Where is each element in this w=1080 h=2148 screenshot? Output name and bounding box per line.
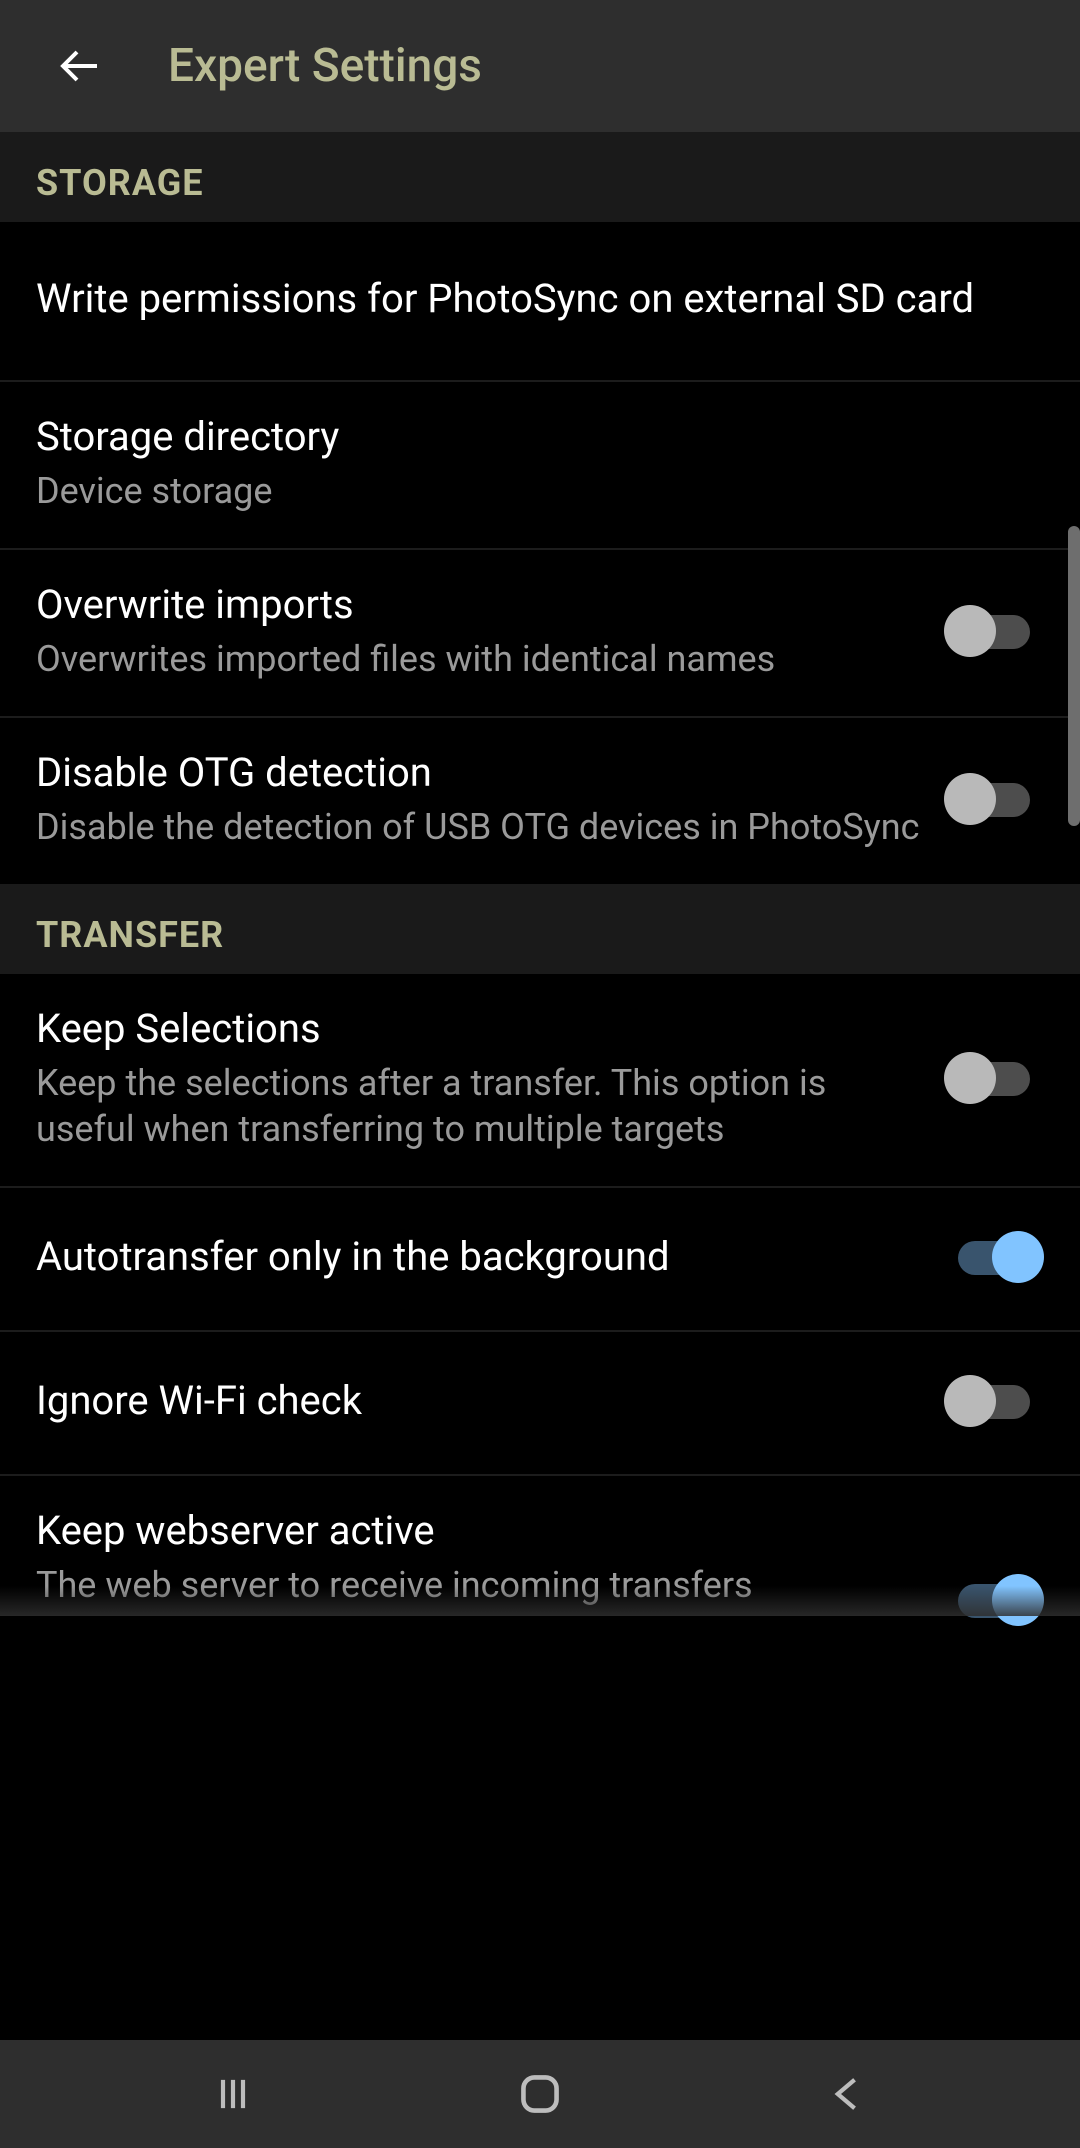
back-button[interactable] bbox=[36, 21, 126, 111]
setting-subtitle: Device storage bbox=[36, 468, 1024, 514]
setting-text: Storage directory Device storage bbox=[36, 412, 1044, 514]
section-header-transfer: TRANSFER bbox=[0, 884, 1080, 974]
setting-ignore-wifi[interactable]: Ignore Wi-Fi check bbox=[0, 1332, 1080, 1476]
setting-disable-otg[interactable]: Disable OTG detection Disable the detect… bbox=[0, 718, 1080, 884]
setting-keep-webserver[interactable]: Keep webserver active The web server to … bbox=[0, 1476, 1080, 1616]
toggle-thumb bbox=[944, 1052, 996, 1104]
setting-title: Write permissions for PhotoSync on exter… bbox=[36, 274, 1024, 324]
setting-text: Disable OTG detection Disable the detect… bbox=[36, 748, 944, 850]
setting-autotransfer-bg[interactable]: Autotransfer only in the background bbox=[0, 1188, 1080, 1332]
scrollbar-indicator bbox=[1068, 526, 1080, 826]
section-label: TRANSFER bbox=[36, 914, 1044, 956]
toggle-autotransfer-bg[interactable] bbox=[944, 1229, 1044, 1285]
toggle-keep-webserver[interactable] bbox=[944, 1572, 1044, 1628]
setting-text: Write permissions for PhotoSync on exter… bbox=[36, 274, 1044, 324]
setting-subtitle: Overwrites imported files with identical… bbox=[36, 636, 924, 682]
nav-recents-button[interactable] bbox=[173, 2059, 293, 2129]
setting-write-permissions[interactable]: Write permissions for PhotoSync on exter… bbox=[0, 222, 1080, 382]
navigation-bar bbox=[0, 2040, 1080, 2148]
setting-title: Autotransfer only in the background bbox=[36, 1232, 924, 1282]
setting-subtitle: The web server to receive incoming trans… bbox=[36, 1562, 924, 1608]
page-title: Expert Settings bbox=[168, 39, 482, 93]
setting-title: Overwrite imports bbox=[36, 580, 924, 630]
toggle-thumb bbox=[992, 1231, 1044, 1283]
setting-title: Keep webserver active bbox=[36, 1506, 924, 1556]
setting-subtitle: Keep the selections after a transfer. Th… bbox=[36, 1060, 924, 1152]
setting-text: Autotransfer only in the background bbox=[36, 1232, 944, 1282]
nav-back-icon bbox=[826, 2071, 868, 2117]
section-label: STORAGE bbox=[36, 162, 1044, 204]
toggle-thumb bbox=[944, 605, 996, 657]
toggle-keep-selections[interactable] bbox=[944, 1050, 1044, 1106]
setting-storage-directory[interactable]: Storage directory Device storage bbox=[0, 382, 1080, 550]
toggle-thumb bbox=[944, 1375, 996, 1427]
toggle-disable-otg[interactable] bbox=[944, 771, 1044, 827]
toggle-thumb bbox=[944, 773, 996, 825]
settings-content: STORAGE Write permissions for PhotoSync … bbox=[0, 132, 1080, 2040]
setting-keep-selections[interactable]: Keep Selections Keep the selections afte… bbox=[0, 974, 1080, 1188]
toggle-ignore-wifi[interactable] bbox=[944, 1373, 1044, 1429]
setting-title: Ignore Wi-Fi check bbox=[36, 1376, 924, 1426]
setting-title: Keep Selections bbox=[36, 1004, 924, 1054]
app-bar: Expert Settings bbox=[0, 0, 1080, 132]
recents-icon bbox=[208, 2071, 258, 2117]
setting-text: Keep Selections Keep the selections afte… bbox=[36, 1004, 944, 1152]
setting-text: Keep webserver active The web server to … bbox=[36, 1506, 944, 1608]
setting-title: Disable OTG detection bbox=[36, 748, 924, 798]
toggle-thumb bbox=[992, 1574, 1044, 1626]
nav-home-button[interactable] bbox=[480, 2059, 600, 2129]
section-header-storage: STORAGE bbox=[0, 132, 1080, 222]
setting-text: Ignore Wi-Fi check bbox=[36, 1376, 944, 1426]
setting-text: Overwrite imports Overwrites imported fi… bbox=[36, 580, 944, 682]
setting-overwrite-imports[interactable]: Overwrite imports Overwrites imported fi… bbox=[0, 550, 1080, 718]
nav-back-button[interactable] bbox=[787, 2059, 907, 2129]
toggle-overwrite-imports[interactable] bbox=[944, 603, 1044, 659]
setting-subtitle: Disable the detection of USB OTG devices… bbox=[36, 804, 924, 850]
back-arrow-icon bbox=[57, 42, 105, 90]
setting-title: Storage directory bbox=[36, 412, 1024, 462]
home-icon bbox=[517, 2071, 563, 2117]
